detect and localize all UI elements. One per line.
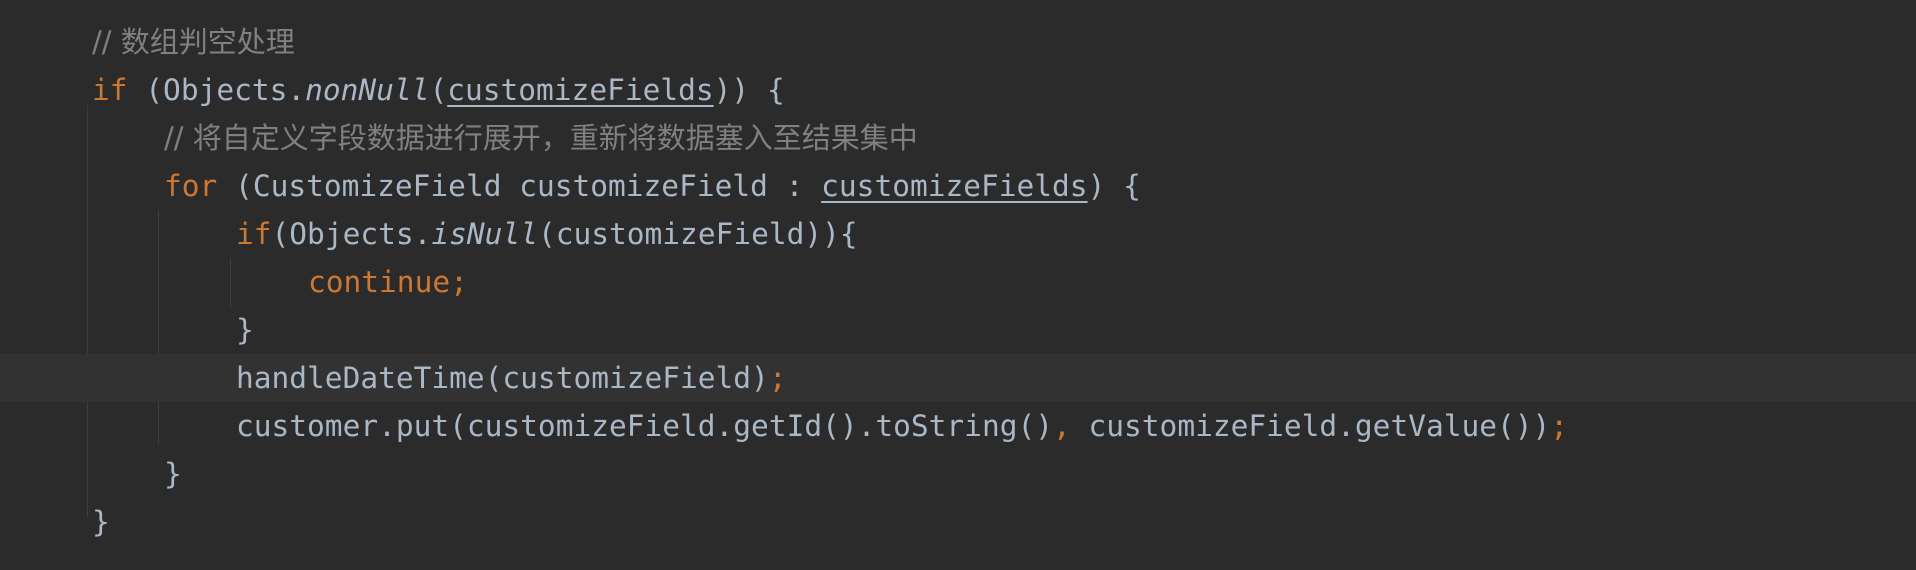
code-token: customizeField.getValue()) — [1070, 409, 1551, 443]
comment-text: // 将自定义字段数据进行展开，重新将数据塞入至结果集中 — [164, 121, 918, 155]
code-text: customer.put(customizeField.getId().toSt… — [236, 402, 1568, 450]
code-line[interactable]: } — [0, 498, 1916, 546]
code-line[interactable]: continue; — [0, 258, 1916, 306]
code-token: handleDateTime(customizeField) — [236, 361, 769, 395]
code-token: )) { — [713, 73, 785, 107]
closing-brace: } — [164, 457, 182, 491]
code-text: if (Objects.nonNull(customizeFields)) { — [92, 66, 785, 114]
code-editor[interactable]: // 数组判空处理 if (Objects.nonNull(customizeF… — [0, 0, 1916, 570]
keyword-for: for — [164, 169, 218, 203]
code-line[interactable]: } — [0, 450, 1916, 498]
closing-brace: } — [92, 505, 110, 539]
variable-customize-fields: customizeFields — [447, 73, 714, 107]
code-line[interactable]: } — [0, 306, 1916, 354]
method-nonnull: nonNull — [305, 73, 430, 107]
code-token: (CustomizeField customizeField : — [217, 169, 822, 203]
code-token: ( — [429, 73, 448, 107]
keyword-continue: continue; — [308, 265, 468, 299]
code-token: (Objects. — [271, 217, 432, 251]
method-isnull: isNull — [431, 217, 538, 251]
keyword-if: if — [92, 73, 128, 107]
code-line[interactable]: // 数组判空处理 — [0, 18, 1916, 66]
code-line-current[interactable]: handleDateTime(customizeField); — [0, 354, 1916, 402]
closing-brace: } — [236, 313, 254, 347]
code-text: handleDateTime(customizeField); — [236, 354, 787, 402]
code-line[interactable]: if(Objects.isNull(customizeField)){ — [0, 210, 1916, 258]
code-line[interactable]: customer.put(customizeField.getId().toSt… — [0, 402, 1916, 450]
code-line[interactable]: for (CustomizeField customizeField : cus… — [0, 162, 1916, 210]
semicolon: ; — [1550, 409, 1569, 443]
comment-text: // 数组判空处理 — [92, 25, 295, 59]
code-token: ) { — [1087, 169, 1141, 203]
code-text: for (CustomizeField customizeField : cus… — [164, 162, 1141, 210]
code-token: (customizeField)){ — [537, 217, 858, 251]
keyword-if: if — [236, 217, 272, 251]
code-text: if(Objects.isNull(customizeField)){ — [236, 210, 858, 258]
code-token: (Objects. — [127, 73, 306, 107]
code-token: customer.put(customizeField.getId().toSt… — [236, 409, 1053, 443]
code-line[interactable]: if (Objects.nonNull(customizeFields)) { — [0, 66, 1916, 114]
code-line[interactable]: // 将自定义字段数据进行展开，重新将数据塞入至结果集中 — [0, 114, 1916, 162]
semicolon: ; — [768, 361, 787, 395]
comma: , — [1052, 409, 1071, 443]
variable-customize-fields: customizeFields — [821, 169, 1088, 203]
